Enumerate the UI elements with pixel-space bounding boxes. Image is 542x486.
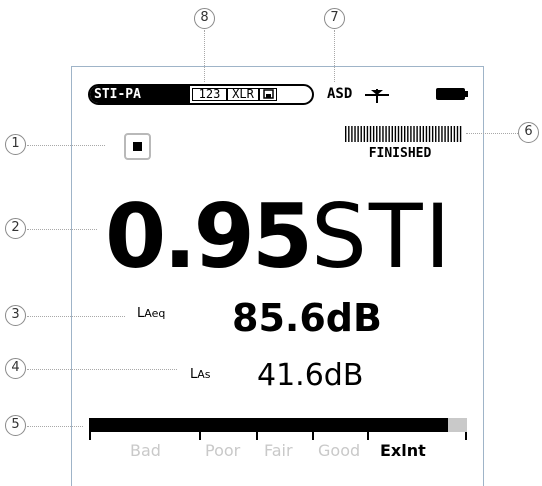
laeq-label-sub: Aeq [144,307,166,320]
callout-7: 7 [324,8,345,29]
scale-label-fair: Fair [264,441,293,460]
callout-leader [466,133,518,134]
progress-tick [400,126,403,142]
callout-3: 3 [5,305,26,326]
scale-tick [465,432,467,440]
stop-icon [133,142,142,151]
callout-4: 4 [5,358,26,379]
scale-tick [199,432,201,440]
save-icon [259,88,277,101]
progress-tick [345,126,347,142]
callout-6: 6 [518,122,539,143]
callout-leader [27,426,83,427]
progress-tick [369,126,372,142]
progress-tick [376,126,378,142]
progress-tick [410,126,412,142]
las-label: LAs [190,367,211,382]
scale-label-poor: Poor [205,441,241,460]
progress-tick [363,126,366,142]
scale-label-exlnt: Exlnt [380,441,426,460]
rating-bar-remainder [448,418,467,432]
progress-tick [397,126,400,142]
stop-button[interactable] [124,133,151,160]
callout-leader [204,30,205,82]
progress-tick [385,126,387,142]
battery-icon [436,88,468,100]
progress-tick [372,126,375,142]
progress-tick [435,126,437,142]
progress-tick [394,126,397,142]
callout-leader [27,369,177,370]
progress-bar [345,126,462,142]
scale-label-bad: Bad [130,441,161,460]
progress-tick [404,126,406,142]
progress-tick [351,126,353,142]
progress-tick [354,126,356,142]
channel-123-box: 123 [192,88,227,101]
rating-bar [89,418,467,432]
progress-tick [425,126,428,142]
progress-tick [360,126,362,142]
progress-status: FINISHED [368,146,432,161]
progress-tick [450,126,452,142]
progress-tick [391,126,393,142]
progress-tick [441,126,443,142]
progress-tick [459,126,462,142]
progress-tick [379,126,381,142]
sti-value: 0.95 [105,185,313,288]
sti-unit: STI [311,185,453,288]
progress-tick [416,126,418,142]
progress-tick [422,126,425,142]
las-label-sub: As [197,368,211,381]
progress-tick [407,126,409,142]
progress-tick [428,126,431,142]
scale-tick [312,432,314,440]
channel-xlr-box: XLR [227,88,259,101]
callout-8: 8 [194,8,215,29]
progress-tick [357,126,359,142]
antenna-icon [365,89,389,103]
progress-tick [444,126,446,142]
las-value: 41.6dB [257,358,364,393]
callout-1: 1 [5,134,26,155]
progress-tick [456,126,459,142]
callout-5: 5 [5,415,26,436]
laeq-label: LAeq [137,306,165,321]
progress-tick [438,126,440,142]
scale-tick [89,432,91,440]
progress-tick [413,126,415,142]
mode-label: STI-PA [90,86,190,103]
progress-tick [388,126,390,142]
progress-tick [431,126,434,142]
callout-2: 2 [5,218,26,239]
scale-tick [367,432,369,440]
asd-label: ASD [327,86,353,102]
laeq-value: 85.6dB [232,296,382,340]
callout-leader [27,145,105,146]
progress-tick [447,126,449,142]
progress-tick [453,126,456,142]
progress-tick [366,126,369,142]
callout-leader [27,229,97,230]
measurement-mode-indicator[interactable]: STI-PA 123 XLR [88,84,314,105]
progress-tick [382,126,384,142]
callout-leader [334,30,335,82]
progress-tick [419,126,421,142]
scale-label-good: Good [318,441,361,460]
progress-tick [348,126,350,142]
callout-leader [27,316,125,317]
scale-tick [256,432,258,440]
